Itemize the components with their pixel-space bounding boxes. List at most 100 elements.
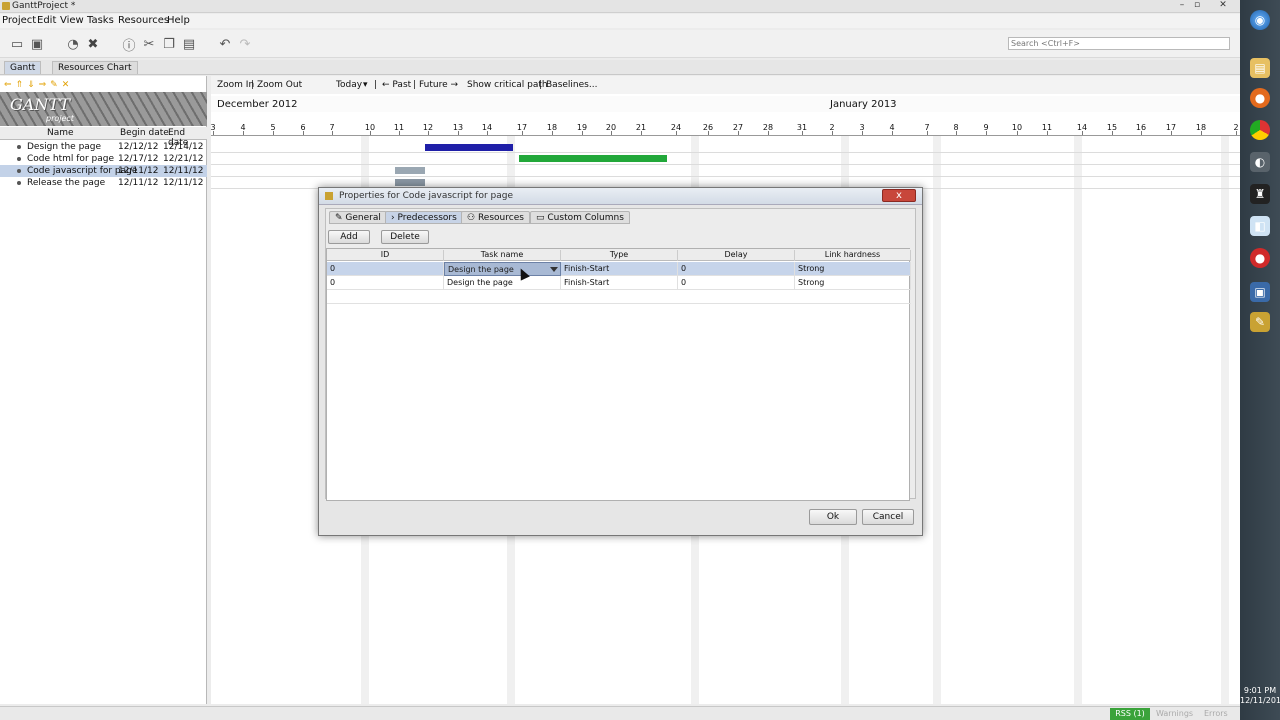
save-icon[interactable]: ▣ [29, 36, 45, 52]
search-input[interactable]: Search <Ctrl+F> [1008, 37, 1230, 50]
record-icon[interactable]: ● [1250, 248, 1270, 268]
day-tick [862, 131, 863, 135]
day-tick [768, 131, 769, 135]
open-icon[interactable]: ▭ [9, 36, 25, 52]
cancel-button[interactable]: Cancel [862, 509, 914, 525]
task-name: Release the page [27, 178, 106, 188]
day-tick [956, 131, 957, 135]
rss-badge[interactable]: RSS (1) [1110, 708, 1150, 720]
task-row-selected[interactable]: Code javascript for page 12/11/12 12/11/… [0, 165, 207, 177]
delete-icon[interactable]: ✖ [85, 36, 101, 52]
header-begin-date[interactable]: Begin date [120, 128, 169, 138]
copy-icon[interactable]: ❐ [161, 36, 177, 52]
month-label: December 2012 [217, 99, 298, 110]
cell-delay[interactable]: 0 [678, 276, 795, 290]
menu-edit[interactable]: Edit [37, 15, 56, 26]
clock-icon[interactable]: ◔ [65, 36, 81, 52]
delete-button[interactable]: Delete [381, 230, 429, 244]
cell-delay[interactable]: 0 [678, 262, 795, 276]
close-icon[interactable]: ✕ [1216, 0, 1230, 11]
minimize-icon[interactable]: – [1175, 0, 1189, 11]
col-delay[interactable]: Delay [678, 250, 795, 261]
firefox-icon[interactable]: ● [1250, 88, 1270, 108]
task-bar-javascript[interactable] [395, 167, 425, 174]
past-link[interactable]: ← Past [382, 80, 411, 90]
task-nav-arrows[interactable]: ⇐⇑⇓⇒✎✕ [4, 80, 73, 90]
cell-hardness[interactable]: Strong [795, 276, 911, 290]
cell-hardness[interactable]: Strong [795, 262, 911, 276]
start-orb-icon[interactable]: ◉ [1250, 10, 1270, 30]
day-tick [832, 131, 833, 135]
header-name[interactable]: Name [47, 128, 74, 138]
zoom-in-link[interactable]: Zoom In [217, 80, 254, 90]
add-button[interactable]: Add [328, 230, 370, 244]
today-dropdown[interactable]: Today [336, 80, 362, 90]
cut-icon[interactable]: ✂ [141, 36, 157, 52]
day-tick [1171, 131, 1172, 135]
app-icon-blue[interactable]: ▣ [1250, 282, 1270, 302]
menu-tasks[interactable]: Tasks [87, 15, 114, 26]
app-icon-gray[interactable]: ◐ [1250, 152, 1270, 172]
task-bar-html[interactable] [519, 155, 667, 162]
redo-icon[interactable]: ↷ [237, 36, 253, 52]
warnings-label[interactable]: Warnings [1156, 709, 1193, 718]
errors-label[interactable]: Errors [1204, 709, 1228, 718]
menu-view[interactable]: View [60, 15, 84, 26]
task-end: 12/14/12 [163, 142, 204, 152]
task-name-combo[interactable]: Design the page [444, 262, 561, 276]
task-bullet-icon [17, 169, 21, 173]
future-link[interactable]: Future → [419, 80, 458, 90]
folder-icon[interactable]: ▤ [1250, 58, 1270, 78]
menu-resources[interactable]: Resources [118, 15, 169, 26]
critical-path-link[interactable]: Show critical path [467, 80, 548, 90]
table-row[interactable]: 0 Design the page Finish-Start 0 Strong [327, 276, 911, 290]
cell-id[interactable]: 0 [327, 276, 444, 290]
dialog-close-button[interactable]: x [882, 189, 916, 202]
chevron-down-icon[interactable]: ▾ [363, 80, 368, 90]
undo-icon[interactable]: ↶ [217, 36, 233, 52]
task-bar-release[interactable] [395, 179, 425, 186]
info-icon[interactable]: ⓘ [121, 36, 137, 54]
task-properties-dialog: Properties for Code javascript for page … [318, 187, 923, 536]
col-link-hardness[interactable]: Link hardness [795, 250, 911, 261]
tab-resources-chart[interactable]: Resources Chart [52, 61, 138, 74]
day-tick [892, 131, 893, 135]
task-row[interactable]: Release the page 12/11/12 12/11/12 [0, 177, 207, 189]
paste-icon[interactable]: ▤ [181, 36, 197, 52]
day-tick [1141, 131, 1142, 135]
day-tick [676, 131, 677, 135]
chrome-icon[interactable] [1250, 120, 1270, 140]
col-task-name[interactable]: Task name [444, 250, 561, 261]
task-bar-design[interactable] [425, 144, 513, 151]
col-type[interactable]: Type [561, 250, 678, 261]
task-row[interactable]: Code html for page 12/17/12 12/21/12 [0, 153, 207, 165]
task-bullet-icon [17, 145, 21, 149]
table-row[interactable]: 0 Design the page Finish-Start 0 Strong [327, 262, 911, 276]
maximize-icon[interactable]: ▫ [1190, 0, 1204, 11]
ganttproject-taskbar-icon[interactable]: ✎ [1250, 312, 1270, 332]
tab-general[interactable]: ✎ General [329, 211, 387, 224]
app-icon-light[interactable]: ◧ [1250, 216, 1270, 236]
app-icon-dark[interactable]: ♜ [1250, 184, 1270, 204]
day-tick [641, 131, 642, 135]
col-id[interactable]: ID [327, 250, 444, 261]
chevron-down-icon[interactable] [550, 267, 558, 272]
baselines-link[interactable]: Baselines... [546, 80, 597, 90]
tab-predecessors[interactable]: › Predecessors [385, 211, 463, 224]
tab-custom-columns[interactable]: ▭ Custom Columns [530, 211, 630, 224]
arrow-icon: › [391, 213, 395, 223]
cell-type[interactable]: Finish-Start [561, 262, 678, 276]
tab-resources[interactable]: ⚇ Resources [461, 211, 530, 224]
cell-type[interactable]: Finish-Start [561, 276, 678, 290]
cell-task-name[interactable]: Design the page [444, 276, 561, 290]
zoom-out-link[interactable]: Zoom Out [257, 80, 302, 90]
menu-help[interactable]: Help [167, 15, 190, 26]
task-row[interactable]: Design the page 12/12/12 12/14/12 [0, 141, 207, 153]
tab-custom-columns-label: Custom Columns [547, 213, 624, 223]
tab-gantt[interactable]: Gantt [4, 61, 42, 74]
ok-button[interactable]: Ok [809, 509, 857, 525]
cell-id[interactable]: 0 [327, 262, 444, 276]
task-end: 12/11/12 [163, 178, 204, 188]
menu-project[interactable]: Project [2, 15, 36, 26]
table-row-empty[interactable] [327, 290, 911, 304]
